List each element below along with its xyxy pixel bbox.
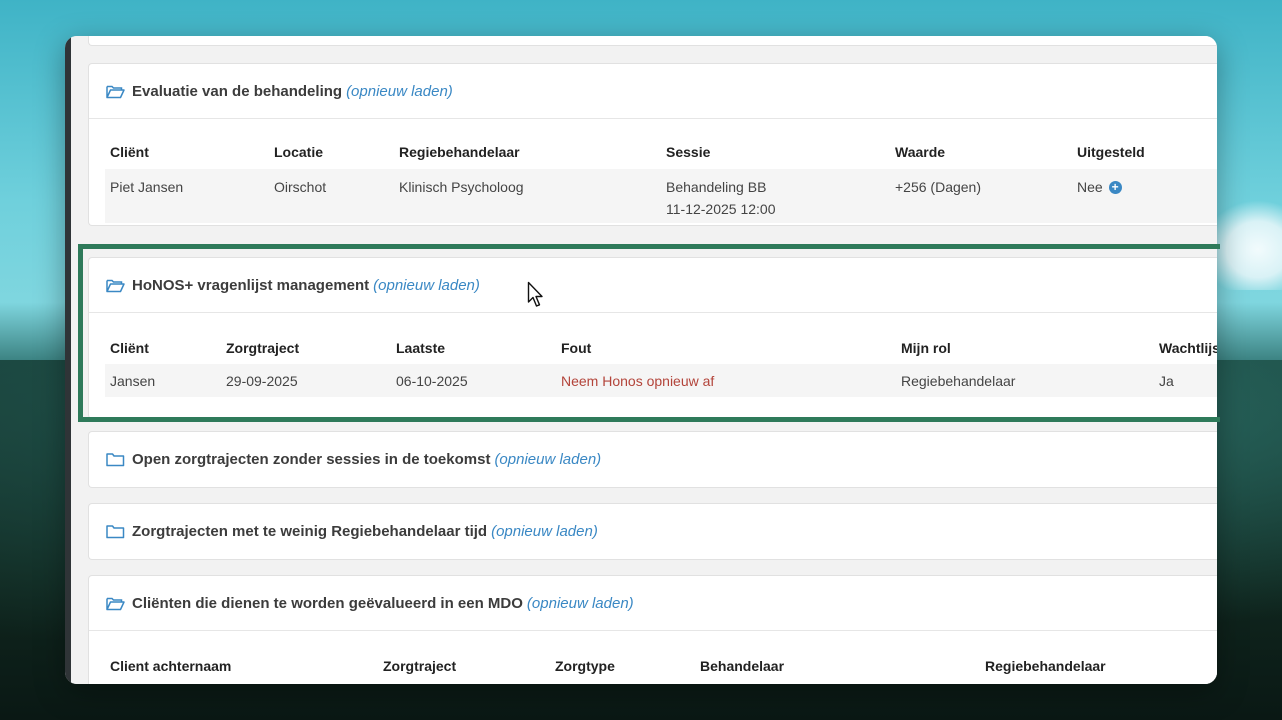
panel-title: Cliënten die dienen te worden geëvalueer… (132, 594, 523, 612)
column-header[interactable]: Zorgtraject (226, 340, 299, 356)
cell-regiebehandelaar: Klinisch Psycholoog (399, 179, 524, 195)
cell-locatie: Oirschot (274, 179, 327, 195)
panel-title: Zorgtrajecten met te weinig Regiebehande… (132, 523, 488, 540)
table-row[interactable]: Piet Jansen Oirschot Klinisch Psycholoog… (105, 169, 1217, 223)
column-header[interactable]: Client achternaam (110, 658, 231, 674)
folder-open-icon (106, 597, 125, 610)
cell-client: Jansen (110, 373, 156, 389)
panel-honos: HoNOS+ vragenlijst management (opnieuw l… (88, 257, 1217, 419)
reload-link[interactable]: (opnieuw laden) (346, 83, 453, 100)
previous-panel-bottom (88, 36, 1217, 46)
cell-laatste: 06-10-2025 (396, 373, 468, 389)
cell-client: Piet Jansen (110, 179, 184, 195)
app-window: Evaluatie van de behandeling (opnieuw la… (65, 36, 1217, 684)
cell-wachtlijst: Ja (1159, 373, 1174, 389)
panel-open-zorgtrajecten: Open zorgtrajecten zonder sessies in de … (88, 431, 1217, 488)
folder-open-icon (106, 279, 125, 292)
panel-evaluatie: Evaluatie van de behandeling (opnieuw la… (88, 63, 1217, 226)
column-header[interactable]: Regiebehandelaar (985, 658, 1106, 674)
column-header[interactable]: Regiebehandelaar (399, 144, 520, 160)
panel-weinig-regiebehandelaar: Zorgtrajecten met te weinig Regiebehande… (88, 503, 1217, 560)
column-header[interactable]: Wachtlijst (1159, 340, 1217, 356)
column-header[interactable]: Uitgesteld (1077, 144, 1145, 160)
reload-link[interactable]: (opnieuw laden) (491, 523, 598, 540)
cell-mijn-rol: Regiebehandelaar (901, 373, 1016, 389)
cell-zorgtraject: 29-09-2025 (226, 373, 298, 389)
column-header[interactable]: Waarde (895, 144, 945, 160)
column-header[interactable]: Fout (561, 340, 591, 356)
table-row[interactable]: Jansen 29-09-2025 06-10-2025 Neem Honos … (105, 364, 1217, 397)
panel-header: Evaluatie van de behandeling (opnieuw la… (89, 64, 1217, 119)
uitgesteld-value: Nee (1077, 179, 1103, 195)
cell-sessie-name: Behandeling BB (666, 179, 767, 195)
column-header[interactable]: Sessie (666, 144, 710, 160)
reload-link[interactable]: (opnieuw laden) (527, 595, 634, 612)
column-header[interactable]: Cliënt (110, 144, 149, 160)
panel-title: Open zorgtrajecten zonder sessies in de … (132, 451, 491, 468)
reload-link[interactable]: (opnieuw laden) (494, 451, 601, 468)
cell-fout: Neem Honos opnieuw af (561, 373, 715, 389)
column-header[interactable]: Cliënt (110, 340, 149, 356)
column-header[interactable]: Zorgtype (555, 658, 615, 674)
panel-header[interactable]: Zorgtrajecten met te weinig Regiebehande… (89, 504, 1217, 559)
folder-icon (106, 453, 125, 467)
column-header[interactable]: Locatie (274, 144, 323, 160)
column-header[interactable]: Laatste (396, 340, 445, 356)
column-header[interactable]: Zorgtraject (383, 658, 456, 674)
folder-icon (106, 525, 125, 539)
column-header[interactable]: Mijn rol (901, 340, 951, 356)
panel-title: HoNOS+ vragenlijst management (132, 276, 370, 294)
panel-header[interactable]: Open zorgtrajecten zonder sessies in de … (89, 432, 1217, 487)
cell-uitgesteld: Nee + (1077, 176, 1122, 198)
column-header[interactable]: Behandelaar (700, 658, 784, 674)
cell-sessie-date: 11-12-2025 12:00 (666, 201, 776, 217)
mouse-pointer-icon (527, 281, 543, 307)
panel-header: HoNOS+ vragenlijst management (opnieuw l… (89, 258, 1217, 313)
dashboard-content: Evaluatie van de behandeling (opnieuw la… (71, 36, 1217, 684)
panel-mdo: Cliënten die dienen te worden geëvalueer… (88, 575, 1217, 684)
plus-circle-icon[interactable]: + (1108, 181, 1122, 194)
folder-open-icon (106, 85, 125, 98)
reload-link[interactable]: (opnieuw laden) (373, 277, 480, 294)
panel-header: Cliënten die dienen te worden geëvalueer… (89, 576, 1217, 631)
cell-waarde: +256 (Dagen) (895, 179, 982, 195)
panel-title: Evaluatie van de behandeling (132, 82, 343, 100)
